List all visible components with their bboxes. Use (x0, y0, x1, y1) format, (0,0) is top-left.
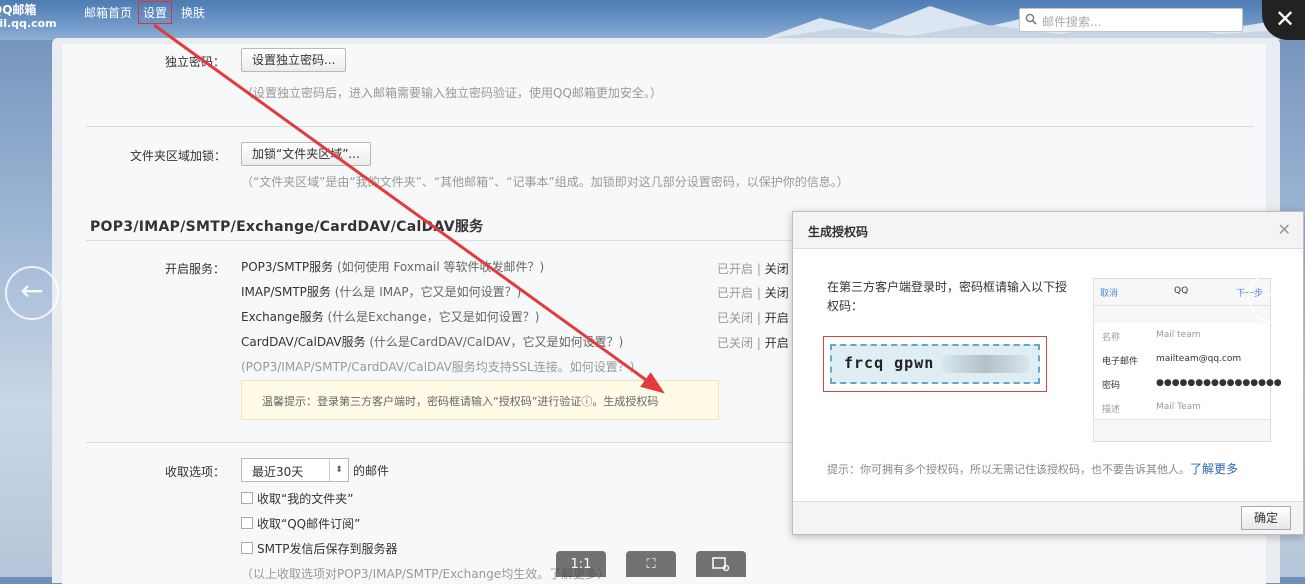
phone-row-value: mailteam@qq.com (1156, 354, 1242, 364)
phone-row: 描述 Mail Team (1094, 395, 1270, 420)
next-arrow-icon[interactable]: → (1248, 270, 1302, 324)
dialog-message: 在第三方客户端登录时，密码框请输入以下授权码： (827, 280, 1068, 313)
phone-cancel: 取消 (1100, 289, 1119, 299)
dialog-footer: 确定 (793, 501, 1303, 534)
actual-size-button[interactable]: 1:1 (556, 551, 606, 577)
phone-row: 电子邮件 mailteam@qq.com (1094, 347, 1270, 372)
phone-illustration: 取消 QQ 下一步 名称 Mail team 电子邮件 mailteam@qq.co… (1093, 278, 1282, 442)
phone-row-value: ●●●●●●●●●●●●●●●● (1156, 378, 1282, 388)
phone-title: QQ (1174, 286, 1189, 296)
dialog-title: 生成授权码 (808, 225, 869, 239)
phone-row: 密码 ●●●●●●●●●●●●●●●● (1094, 371, 1282, 396)
redacted-blur (940, 355, 1030, 373)
learn-more-link[interactable]: 了解更多 (1190, 462, 1238, 476)
auth-code-dialog: 生成授权码 ✕ 在第三方客户端登录时，密码框请输入以下授权码： frcq gpw… (792, 211, 1304, 535)
dialog-tip: 提示：你可拥有多个授权码，所以无需记住该授权码，也不要告诉其他人。了解更多 (827, 460, 1238, 477)
crop-icon[interactable] (696, 551, 746, 577)
crop-glyph (712, 557, 730, 572)
prev-arrow-icon[interactable]: ← (5, 266, 59, 320)
dialog-tip-text: 提示：你可拥有多个授权码，所以无需记住该授权码，也不要告诉其他人。 (827, 463, 1190, 476)
auth-code-highlight: frcq gpwn (823, 336, 1047, 392)
phone-row: 名称 Mail team (1094, 323, 1270, 348)
fit-screen-icon[interactable]: ⛶ (626, 551, 676, 577)
phone-row-key: 名称 (1102, 333, 1121, 343)
ok-button[interactable]: 确定 (1241, 506, 1291, 530)
phone-row-value: Mail Team (1156, 402, 1201, 412)
phone-row-key: 电子邮件 (1102, 357, 1139, 367)
auth-code-field[interactable]: frcq gpwn (830, 344, 1040, 384)
auth-code: frcq gpwn (844, 354, 935, 372)
phone-row-value: Mail team (1156, 330, 1201, 340)
phone-row-key: 密码 (1102, 381, 1121, 391)
phone-header: 取消 QQ 下一步 (1094, 279, 1270, 306)
dialog-header (793, 212, 1303, 249)
close-icon[interactable]: ✕ (1278, 220, 1291, 239)
phone-row-key: 描述 (1102, 405, 1121, 415)
